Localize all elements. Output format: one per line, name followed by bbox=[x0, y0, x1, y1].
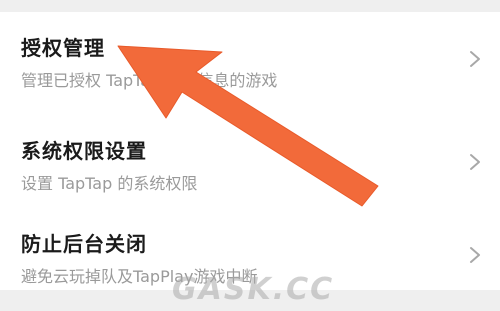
settings-item-title: 授权管理 bbox=[21, 36, 105, 60]
chevron-right-icon bbox=[470, 247, 480, 263]
settings-item-subtitle: 设置 TapTap 的系统权限 bbox=[21, 174, 198, 193]
chevron-right-icon bbox=[470, 154, 480, 170]
settings-item-system-permissions[interactable]: 系统权限设置 设置 TapTap 的系统权限 bbox=[0, 115, 500, 207]
settings-item-title: 系统权限设置 bbox=[21, 139, 147, 163]
settings-list: 授权管理 管理已授权 TapTap 账号信息的游戏 系统权限设置 设置 TapT… bbox=[0, 12, 500, 290]
settings-screen: 授权管理 管理已授权 TapTap 账号信息的游戏 系统权限设置 设置 TapT… bbox=[0, 0, 500, 311]
settings-item-subtitle: 管理已授权 TapTap 账号信息的游戏 bbox=[21, 71, 278, 90]
settings-item-title: 防止后台关闭 bbox=[21, 232, 147, 256]
chevron-right-icon bbox=[470, 51, 480, 67]
watermark-logo: GASK.CC bbox=[172, 272, 335, 307]
settings-item-authorization[interactable]: 授权管理 管理已授权 TapTap 账号信息的游戏 bbox=[0, 12, 500, 104]
